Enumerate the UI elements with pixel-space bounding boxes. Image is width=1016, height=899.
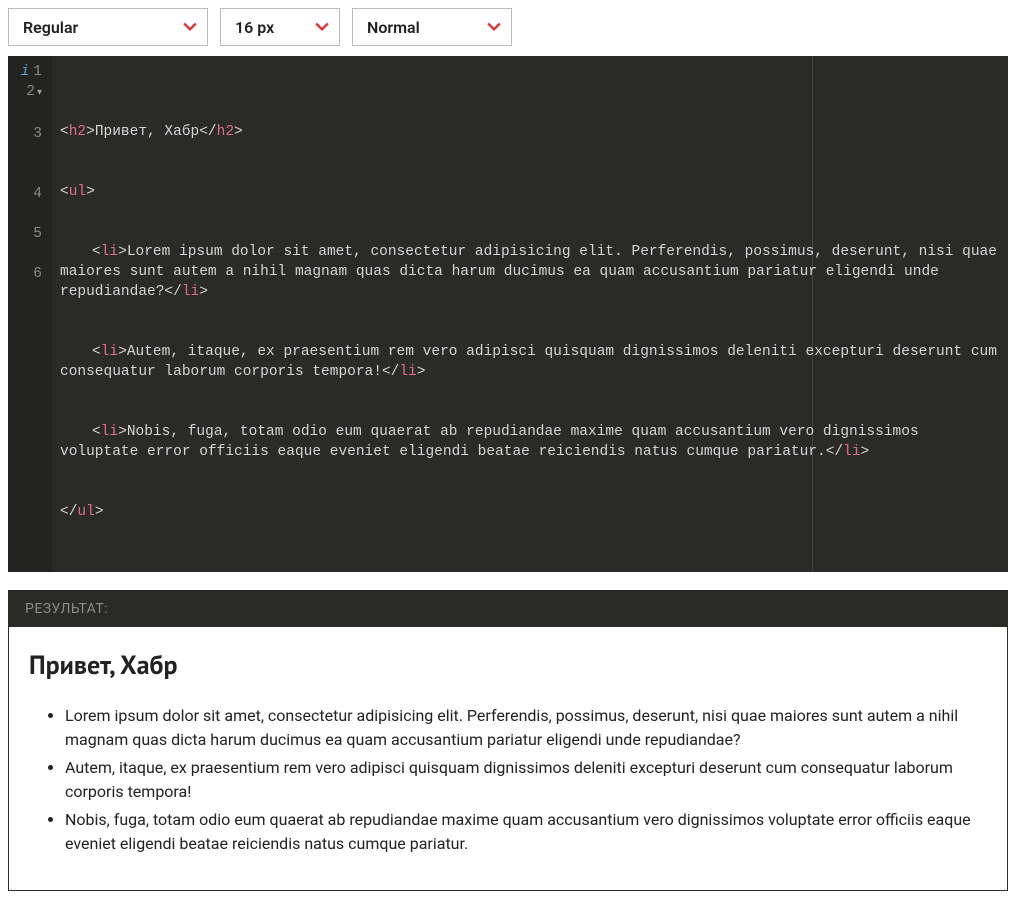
editor-ruler (812, 56, 813, 572)
font-toolbar: Regular 16 px Normal (8, 8, 1008, 46)
code-editor[interactable]: 1 2 3 4 5 6 <h2>Привет, Хабр</h2> <ul> <… (8, 56, 1008, 572)
gutter-line: 2 (12, 82, 46, 104)
font-size-select[interactable]: 16 px (220, 8, 340, 46)
code-line: <ul> (60, 182, 998, 202)
gutter-line: 6 (12, 264, 46, 284)
gutter-line: 4 (12, 184, 46, 204)
list-item: Nobis, fuga, totam odio eum quaerat ab r… (65, 808, 987, 856)
result-header: РЕЗУЛЬТАТ: (9, 591, 1007, 627)
code-line: <li>Lorem ipsum dolor sit amet, consecte… (60, 242, 998, 302)
gutter-line: 3 (12, 124, 46, 144)
chevron-down-icon (183, 20, 197, 34)
result-panel: РЕЗУЛЬТАТ: Привет, Хабр Lorem ipsum dolo… (8, 590, 1008, 891)
result-heading: Привет, Хабр (29, 649, 987, 682)
result-label: РЕЗУЛЬТАТ: (25, 601, 108, 617)
font-weight-value: Regular (23, 18, 78, 37)
chevron-down-icon (487, 20, 501, 34)
chevron-down-icon (315, 20, 329, 34)
list-item: Autem, itaque, ex praesentium rem vero a… (65, 756, 987, 804)
font-size-value: 16 px (235, 18, 274, 37)
editor-code-area[interactable]: <h2>Привет, Хабр</h2> <ul> <li>Lorem ips… (52, 56, 1008, 572)
gutter-line: 5 (12, 224, 46, 244)
editor-gutter: 1 2 3 4 5 6 (8, 56, 52, 572)
code-line: <h2>Привет, Хабр</h2> (60, 122, 998, 142)
font-style-select[interactable]: Normal (352, 8, 512, 46)
code-line: <li>Autem, itaque, ex praesentium rem ve… (60, 342, 998, 382)
result-list: Lorem ipsum dolor sit amet, consectetur … (29, 704, 987, 856)
result-body: Привет, Хабр Lorem ipsum dolor sit amet,… (9, 627, 1007, 890)
list-item: Lorem ipsum dolor sit amet, consectetur … (65, 704, 987, 752)
gutter-line: 1 (12, 62, 46, 82)
font-style-value: Normal (367, 18, 420, 37)
code-line: </ul> (60, 502, 998, 522)
font-weight-select[interactable]: Regular (8, 8, 208, 46)
code-line: <li>Nobis, fuga, totam odio eum quaerat … (60, 422, 998, 462)
